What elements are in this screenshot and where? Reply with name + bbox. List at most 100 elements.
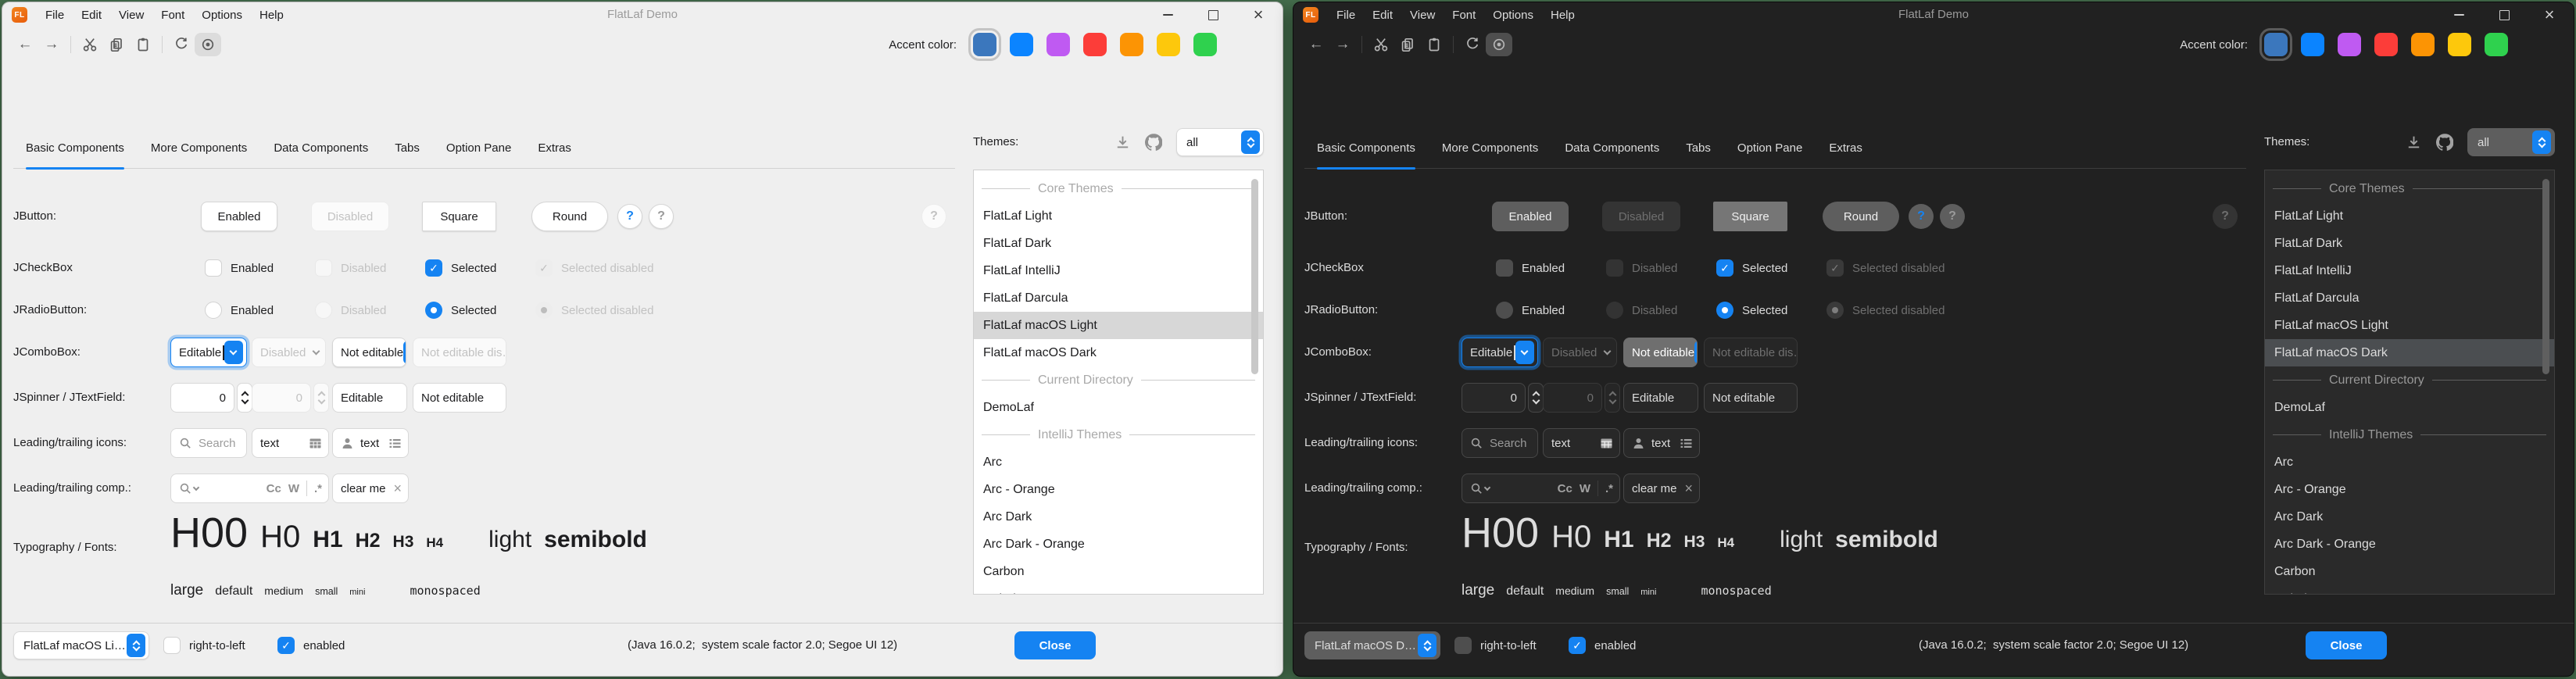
textfield-editable[interactable]: Editable bbox=[332, 383, 407, 413]
text-input-with-user[interactable]: text bbox=[1623, 428, 1700, 458]
paste-icon[interactable] bbox=[1421, 33, 1447, 56]
theme-item-flatlaf-macos-dark[interactable]: FlatLaf macOS Dark bbox=[974, 339, 1263, 366]
checkbox-selected[interactable]: ✓ Selected bbox=[425, 252, 496, 284]
forward-icon[interactable]: → bbox=[1329, 33, 1356, 56]
theme-item-flatlaf-light[interactable]: FlatLaf Light bbox=[2265, 202, 2554, 230]
github-icon[interactable] bbox=[2436, 134, 2453, 151]
radio-selected[interactable]: Selected bbox=[425, 295, 496, 326]
help-button[interactable]: ? bbox=[1909, 204, 1934, 229]
download-icon[interactable] bbox=[1114, 134, 1131, 151]
download-icon[interactable] bbox=[2406, 134, 2422, 151]
spinner-arrows[interactable] bbox=[1528, 383, 1544, 413]
combobox-arrows-button[interactable] bbox=[127, 634, 145, 657]
theme-item-flatlaf-macos-light[interactable]: FlatLaf macOS Light bbox=[2265, 312, 2554, 339]
search-input-with-options[interactable]: Cc W .* bbox=[170, 474, 329, 503]
combobox-arrow-button[interactable] bbox=[1515, 341, 1534, 364]
enabled-checkbox[interactable]: ✓ enabled bbox=[1569, 631, 1636, 659]
tab-extras[interactable]: Extras bbox=[538, 127, 571, 168]
clear-icon[interactable]: × bbox=[1684, 481, 1693, 497]
combobox-arrows-button[interactable] bbox=[1418, 634, 1436, 657]
themes-filter-combobox[interactable]: all bbox=[2467, 128, 2555, 156]
close-window-button[interactable]: × bbox=[2544, 9, 2555, 20]
right-to-left-checkbox[interactable]: right-to-left bbox=[1454, 631, 1537, 659]
spinner-field[interactable]: 0 bbox=[170, 383, 234, 413]
close-window-button[interactable]: × bbox=[1253, 9, 1264, 20]
theme-item-flatlaf-light[interactable]: FlatLaf Light bbox=[974, 202, 1263, 230]
accent-swatch-6[interactable] bbox=[1157, 33, 1180, 56]
minimize-button[interactable] bbox=[1162, 9, 1173, 20]
whole-words-toggle[interactable]: W bbox=[1580, 482, 1590, 495]
lookandfeel-combobox[interactable]: FlatLaf macOS Li… bbox=[13, 631, 149, 659]
copy-icon[interactable] bbox=[103, 33, 130, 56]
clear-icon[interactable]: × bbox=[393, 481, 402, 497]
tab-data-components[interactable]: Data Components bbox=[1565, 127, 1659, 168]
radio-enabled[interactable]: Enabled bbox=[205, 295, 274, 326]
maximize-button[interactable] bbox=[2499, 9, 2510, 20]
list-icon[interactable] bbox=[1680, 437, 1693, 450]
accent-swatch-1[interactable] bbox=[2264, 33, 2288, 56]
tab-extras[interactable]: Extras bbox=[1829, 127, 1862, 168]
theme-item-cobalt-2[interactable]: Cobalt 2 bbox=[2265, 585, 2554, 595]
theme-item-flatlaf-macos-light[interactable]: FlatLaf macOS Light bbox=[974, 312, 1263, 339]
list-icon[interactable] bbox=[388, 437, 402, 450]
tab-basic-components[interactable]: Basic Components bbox=[1317, 127, 1415, 168]
spinner-arrows[interactable] bbox=[237, 383, 252, 413]
maximize-button[interactable] bbox=[1208, 9, 1218, 20]
match-case-toggle[interactable]: Cc bbox=[267, 482, 281, 495]
accent-swatch-3[interactable] bbox=[2338, 33, 2361, 56]
accent-swatch-7[interactable] bbox=[1193, 33, 1217, 56]
combobox-arrows-button[interactable] bbox=[1241, 130, 1260, 154]
theme-item-flatlaf-darcula[interactable]: FlatLaf Darcula bbox=[974, 284, 1263, 312]
combobox-arrows-button[interactable] bbox=[2532, 130, 2551, 154]
theme-item-carbon[interactable]: Carbon bbox=[974, 558, 1263, 585]
combobox-arrows-button[interactable] bbox=[1694, 341, 1698, 364]
theme-item-carbon[interactable]: Carbon bbox=[2265, 558, 2554, 585]
theme-item-arc-dark-orange[interactable]: Arc Dark - Orange bbox=[974, 531, 1263, 558]
combobox-arrows-button[interactable] bbox=[403, 341, 406, 364]
checkbox-selected[interactable]: ✓ Selected bbox=[1716, 252, 1787, 284]
accent-swatch-4[interactable] bbox=[2374, 33, 2398, 56]
menu-help[interactable]: Help bbox=[1542, 6, 1583, 24]
cut-icon[interactable] bbox=[1368, 33, 1394, 56]
search-input[interactable]: Search bbox=[170, 428, 247, 458]
theme-item-flatlaf-macos-dark[interactable]: FlatLaf macOS Dark bbox=[2265, 339, 2554, 366]
paste-icon[interactable] bbox=[130, 33, 156, 56]
theme-item-flatlaf-dark[interactable]: FlatLaf Dark bbox=[2265, 230, 2554, 257]
refresh-icon[interactable] bbox=[1459, 33, 1486, 56]
combobox-not-editable[interactable]: Not editable bbox=[1623, 338, 1698, 367]
search-input-with-options[interactable]: Cc W .* bbox=[1462, 474, 1620, 503]
clear-me-input[interactable]: clear me × bbox=[1623, 474, 1700, 503]
accent-swatch-5[interactable] bbox=[2411, 33, 2435, 56]
checkbox-enabled[interactable]: Enabled bbox=[1496, 252, 1565, 284]
accent-swatch-2[interactable] bbox=[1010, 33, 1033, 56]
regex-toggle[interactable]: .* bbox=[314, 482, 322, 495]
tab-tabs[interactable]: Tabs bbox=[395, 127, 420, 168]
search-with-dropdown-icon[interactable] bbox=[179, 482, 199, 495]
theme-item-arc-dark-orange[interactable]: Arc Dark - Orange bbox=[2265, 531, 2554, 558]
scrollbar-thumb[interactable] bbox=[1251, 179, 1258, 374]
combobox-editable[interactable]: Editable bbox=[1462, 338, 1538, 367]
clear-me-input[interactable]: clear me × bbox=[332, 474, 409, 503]
close-button[interactable]: Close bbox=[2306, 631, 2387, 659]
textfield-editable[interactable]: Editable bbox=[1623, 383, 1698, 413]
refresh-icon[interactable] bbox=[168, 33, 195, 56]
lookandfeel-combobox[interactable]: FlatLaf macOS D… bbox=[1304, 631, 1440, 659]
theme-item-flatlaf-dark[interactable]: FlatLaf Dark bbox=[974, 230, 1263, 257]
button-square[interactable]: Square bbox=[1713, 202, 1787, 231]
text-input-with-user[interactable]: text bbox=[332, 428, 409, 458]
theme-item-flatlaf-intellij[interactable]: FlatLaf IntelliJ bbox=[974, 257, 1263, 284]
theme-item-demolaf[interactable]: DemoLaf bbox=[974, 394, 1263, 421]
button-enabled[interactable]: Enabled bbox=[1492, 202, 1569, 231]
whole-words-toggle[interactable]: W bbox=[288, 482, 299, 495]
theme-item-arc-dark[interactable]: Arc Dark bbox=[974, 503, 1263, 531]
theme-item-arc-dark[interactable]: Arc Dark bbox=[2265, 503, 2554, 531]
menu-options[interactable]: Options bbox=[193, 6, 251, 24]
theme-item-flatlaf-intellij[interactable]: FlatLaf IntelliJ bbox=[2265, 257, 2554, 284]
calendar-grid-icon[interactable] bbox=[1600, 437, 1613, 450]
tab-data-components[interactable]: Data Components bbox=[274, 127, 368, 168]
combobox-arrow-button[interactable] bbox=[224, 341, 243, 364]
show-details-eye-icon[interactable] bbox=[195, 33, 221, 56]
forward-icon[interactable]: → bbox=[38, 33, 65, 56]
spinner-field[interactable]: 0 bbox=[1462, 383, 1526, 413]
theme-item-arc[interactable]: Arc bbox=[974, 448, 1263, 476]
